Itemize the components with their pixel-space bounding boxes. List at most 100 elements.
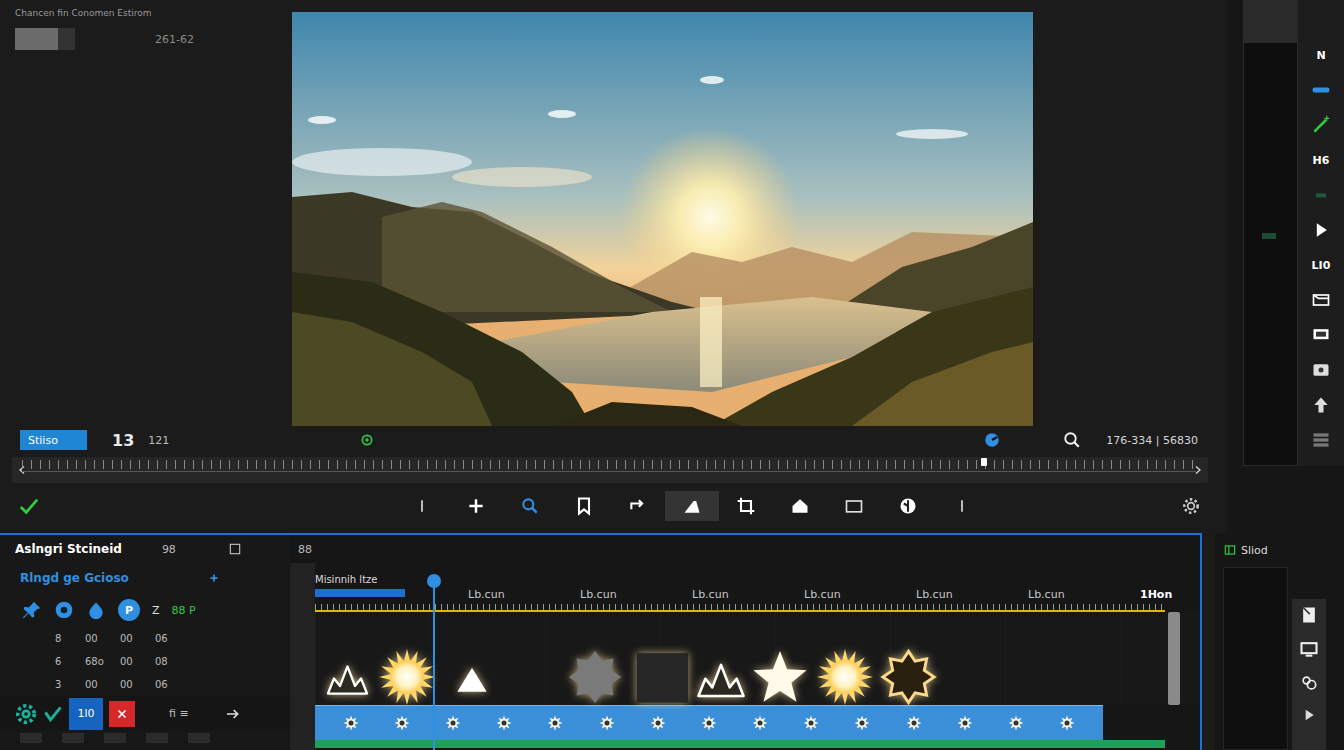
ruler-label: Lb.cun (468, 588, 580, 601)
star-effect-icon[interactable] (750, 649, 810, 705)
add-icon[interactable] (207, 571, 221, 585)
audio-track[interactable] (315, 740, 1165, 748)
tool-button[interactable] (557, 491, 611, 521)
triangle-effect-icon[interactable] (452, 649, 492, 705)
ruler-labels: Lb.cunLb.cunLb.cunLb.cunLb.cunLb.cun1Hon (315, 588, 1252, 601)
value-box[interactable]: 1l0 (69, 698, 103, 730)
clip-thumb-icon (854, 715, 870, 731)
check-icon[interactable] (18, 495, 40, 517)
tool-button[interactable] (449, 491, 503, 521)
sidebar-item[interactable] (1311, 182, 1331, 208)
pin-icon[interactable] (22, 600, 42, 620)
clip-thumb-icon (547, 715, 563, 731)
plus-icon (466, 496, 486, 516)
tool-button[interactable] (395, 491, 449, 521)
clip-thumb-icon (496, 715, 512, 731)
sun-effect-icon[interactable] (815, 649, 875, 705)
sidebar-item[interactable]: LI0 (1312, 252, 1331, 278)
sidebar-item[interactable] (1311, 112, 1331, 138)
track-scrollbar[interactable] (1168, 612, 1180, 705)
search-icon[interactable] (1063, 431, 1081, 449)
scrubber-handle[interactable] (981, 458, 987, 466)
tool-button[interactable] (719, 491, 773, 521)
drop-icon[interactable] (86, 600, 106, 620)
layer-group[interactable]: Rlngd ge Gcioso (0, 563, 290, 593)
dot-icon (1311, 185, 1331, 205)
people-icon[interactable] (1299, 673, 1319, 693)
square-effect-icon[interactable] (635, 649, 690, 705)
time-ruler[interactable]: Lb.cunLb.cunLb.cunLb.cunLb.cunLb.cun1Hon (315, 585, 1165, 612)
tool-button[interactable] (935, 491, 989, 521)
tool-button[interactable] (773, 491, 827, 521)
crown-effect-icon[interactable] (325, 649, 370, 705)
layers-header: Aslngri Stcineid98 (0, 533, 290, 563)
redo-icon (628, 496, 648, 516)
layer-cell: 06 (155, 679, 185, 690)
delete-button[interactable] (109, 701, 135, 727)
arrow-icon[interactable] (225, 706, 241, 722)
wand-icon (1311, 115, 1331, 135)
panel-gap (1202, 533, 1215, 750)
sidebar-item[interactable] (1311, 77, 1331, 103)
sidebar-item[interactable] (1311, 217, 1331, 243)
video-preview[interactable] (292, 12, 1033, 426)
sidebar-item[interactable] (1311, 357, 1331, 383)
project-thumb (15, 28, 75, 50)
snap-icon[interactable] (359, 432, 375, 448)
monitor-icon[interactable] (1299, 639, 1319, 659)
layer-cell: 00 (120, 679, 155, 690)
camera-icon[interactable] (54, 600, 74, 620)
caret-icon (412, 496, 432, 516)
scrubber[interactable] (12, 457, 1208, 483)
frame-icon (1311, 290, 1331, 310)
play-icon[interactable] (1301, 707, 1317, 723)
bucket-icon (790, 496, 810, 516)
group-name[interactable]: Rlngd ge Gcioso (20, 571, 129, 585)
editor-bottom: Aslngri Stcineid98Rlngd ge GciosoPZ88 P8… (0, 533, 1344, 750)
check-icon[interactable] (43, 704, 63, 724)
bar-icon (1311, 80, 1331, 100)
layer-cell: 68o (85, 656, 120, 667)
layer-row[interactable]: 8000006 (0, 627, 290, 650)
sync-icon[interactable] (983, 431, 1001, 449)
tool-button[interactable] (611, 491, 665, 521)
layer-cell: 00 (120, 656, 155, 667)
mode-button[interactable]: Stiiso (20, 430, 87, 450)
timeline-title: Misinnih ltze (315, 563, 1200, 585)
playback-controls: Stiiso13121176-334 | 56830 (0, 428, 1226, 452)
sidebar-item[interactable]: H6 (1313, 147, 1330, 173)
ring-effect-icon[interactable] (880, 649, 937, 705)
page-icon[interactable] (1299, 605, 1319, 625)
clip-thumb-icon (906, 715, 922, 731)
playhead-line (433, 586, 435, 750)
sidebar-item[interactable] (1311, 322, 1331, 348)
layer-cell: 00 (85, 633, 120, 644)
splat-effect-icon[interactable] (567, 649, 623, 705)
box-icon[interactable] (228, 542, 242, 556)
sidebar-item[interactable]: N (1316, 42, 1325, 68)
ruler-label: Lb.cun (692, 588, 804, 601)
sidebar-item[interactable] (1311, 392, 1331, 418)
crown-effect-icon[interactable] (695, 649, 747, 705)
clip-thumb-icon (701, 715, 717, 731)
layer-row[interactable]: 668o0008 (0, 650, 290, 673)
tool-button[interactable] (881, 491, 935, 521)
tool-code: 88 P (172, 604, 196, 617)
ruler-ticks (315, 604, 1165, 610)
ruler-label: 1Hon (1140, 588, 1252, 601)
sidebar-item[interactable] (1311, 287, 1331, 313)
layer-row[interactable]: 3000006 (0, 673, 290, 696)
tool-button[interactable] (665, 491, 719, 521)
sun-effect-icon[interactable] (377, 649, 437, 705)
sidebar-item[interactable] (1311, 427, 1331, 453)
gear-icon[interactable] (1181, 496, 1201, 516)
settings-icon[interactable] (15, 703, 37, 725)
tool-button[interactable] (503, 491, 557, 521)
scrubber-track (22, 471, 1196, 472)
tool-button[interactable] (827, 491, 881, 521)
track-gutter (290, 563, 315, 750)
action-label: fi ≡ (169, 707, 189, 720)
panel-icon[interactable] (1223, 543, 1237, 557)
badge-button[interactable]: P (118, 599, 140, 621)
layer-cell: 00 (85, 679, 120, 690)
